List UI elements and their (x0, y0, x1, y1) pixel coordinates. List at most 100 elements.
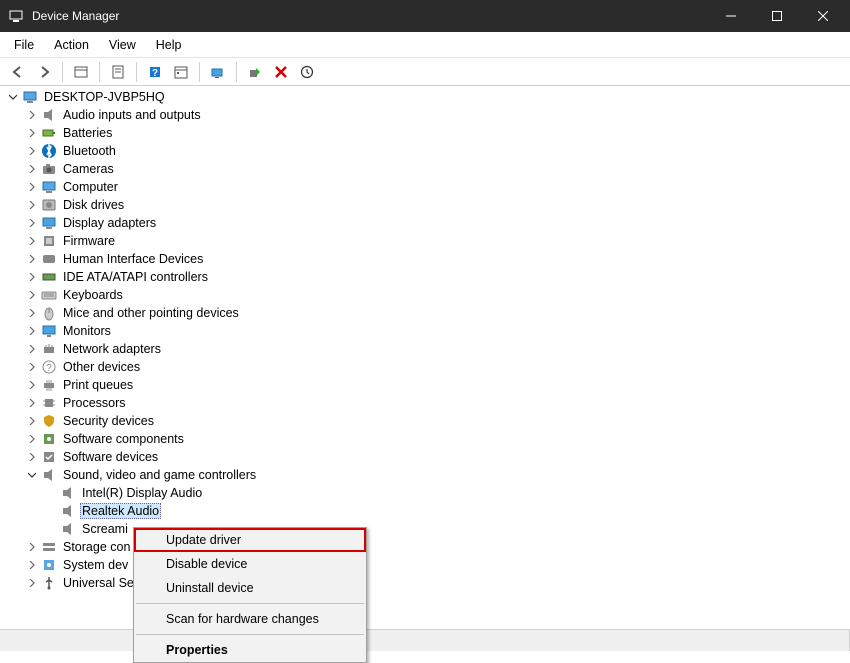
security-icon (41, 413, 57, 429)
category-node[interactable]: Software devices (0, 448, 850, 466)
category-node[interactable]: Universal Se (0, 574, 850, 592)
menu-help[interactable]: Help (146, 35, 192, 55)
chevron-down-icon[interactable] (27, 470, 37, 480)
minimize-button[interactable] (708, 0, 754, 32)
node-label: Security devices (61, 414, 156, 428)
category-node[interactable]: Security devices (0, 412, 850, 430)
display-icon (41, 215, 57, 231)
ide-icon (41, 269, 57, 285)
firmware-icon (41, 233, 57, 249)
category-node[interactable]: System dev (0, 556, 850, 574)
chevron-right-icon[interactable] (27, 560, 37, 570)
chevron-right-icon[interactable] (27, 380, 37, 390)
chevron-right-icon[interactable] (27, 416, 37, 426)
menu-view[interactable]: View (99, 35, 146, 55)
ctx-scan-hardware[interactable]: Scan for hardware changes (134, 607, 366, 631)
chevron-right-icon[interactable] (27, 344, 37, 354)
category-node[interactable]: Processors (0, 394, 850, 412)
status-cell (350, 630, 850, 651)
chevron-right-icon[interactable] (27, 254, 37, 264)
keyboard-icon (41, 287, 57, 303)
node-label: Sound, video and game controllers (61, 468, 258, 482)
chevron-right-icon[interactable] (27, 164, 37, 174)
category-node[interactable]: Display adapters (0, 214, 850, 232)
enable-button[interactable] (243, 60, 267, 84)
toolbar-separator (62, 62, 63, 82)
chevron-right-icon[interactable] (27, 398, 37, 408)
chevron-right-icon[interactable] (27, 362, 37, 372)
category-node[interactable]: Batteries (0, 124, 850, 142)
chevron-right-icon[interactable] (27, 218, 37, 228)
chevron-right-icon[interactable] (27, 326, 37, 336)
chevron-right-icon[interactable] (27, 272, 37, 282)
node-label: Human Interface Devices (61, 252, 205, 266)
chevron-right-icon[interactable] (27, 578, 37, 588)
ctx-update-driver[interactable]: Update driver (134, 528, 366, 552)
chevron-right-icon[interactable] (27, 200, 37, 210)
category-node[interactable]: Monitors (0, 322, 850, 340)
category-sound-node[interactable]: Sound, video and game controllers (0, 466, 850, 484)
help-button[interactable]: ? (143, 60, 167, 84)
chevron-right-icon[interactable] (27, 452, 37, 462)
menu-file[interactable]: File (4, 35, 44, 55)
chevron-right-icon[interactable] (27, 146, 37, 156)
speaker-icon (60, 521, 76, 537)
category-node[interactable]: Cameras (0, 160, 850, 178)
category-node[interactable]: Network adapters (0, 340, 850, 358)
forward-button[interactable] (32, 60, 56, 84)
other-icon: ? (41, 359, 57, 375)
ctx-disable-device[interactable]: Disable device (134, 552, 366, 576)
chevron-right-icon[interactable] (27, 542, 37, 552)
back-button[interactable] (6, 60, 30, 84)
device-node[interactable]: Intel(R) Display Audio (0, 484, 850, 502)
window-title: Device Manager (32, 9, 708, 23)
category-node[interactable]: ? Other devices (0, 358, 850, 376)
chevron-right-icon[interactable] (27, 110, 37, 120)
node-label: IDE ATA/ATAPI controllers (61, 270, 210, 284)
node-label: Firmware (61, 234, 117, 248)
disk-icon (41, 197, 57, 213)
device-node[interactable]: Realtek Audio (0, 502, 850, 520)
category-node[interactable]: Audio inputs and outputs (0, 106, 850, 124)
category-node[interactable]: Mice and other pointing devices (0, 304, 850, 322)
category-node[interactable]: Software components (0, 430, 850, 448)
date-button[interactable] (169, 60, 193, 84)
maximize-button[interactable] (754, 0, 800, 32)
node-label: Universal Se (61, 576, 136, 590)
category-node[interactable]: Print queues (0, 376, 850, 394)
node-label: Print queues (61, 378, 135, 392)
category-node[interactable]: Bluetooth (0, 142, 850, 160)
chevron-right-icon[interactable] (27, 308, 37, 318)
ctx-uninstall-device[interactable]: Uninstall device (134, 576, 366, 600)
node-label: Other devices (61, 360, 142, 374)
chevron-right-icon[interactable] (27, 290, 37, 300)
uninstall-button[interactable] (269, 60, 293, 84)
category-node[interactable]: Firmware (0, 232, 850, 250)
node-label: Software components (61, 432, 186, 446)
ctx-properties[interactable]: Properties (134, 638, 366, 662)
menu-action[interactable]: Action (44, 35, 99, 55)
chevron-right-icon[interactable] (27, 434, 37, 444)
root-node[interactable]: DESKTOP-JVBP5HQ (0, 88, 850, 106)
category-node[interactable]: Human Interface Devices (0, 250, 850, 268)
scan-button[interactable] (206, 60, 230, 84)
category-node[interactable]: Storage con (0, 538, 850, 556)
chevron-down-icon[interactable] (8, 92, 18, 102)
chevron-right-icon[interactable] (27, 128, 37, 138)
close-button[interactable] (800, 0, 846, 32)
node-label: Disk drives (61, 198, 126, 212)
node-label: Processors (61, 396, 128, 410)
device-tree[interactable]: DESKTOP-JVBP5HQAudio inputs and outputsB… (0, 86, 850, 629)
category-node[interactable]: Computer (0, 178, 850, 196)
chevron-right-icon[interactable] (27, 236, 37, 246)
device-node[interactable]: Screami (0, 520, 850, 538)
category-node[interactable]: Keyboards (0, 286, 850, 304)
category-node[interactable]: Disk drives (0, 196, 850, 214)
system-icon (41, 557, 57, 573)
chevron-right-icon[interactable] (27, 182, 37, 192)
update-button[interactable] (295, 60, 319, 84)
show-hidden-button[interactable] (69, 60, 93, 84)
properties-button[interactable] (106, 60, 130, 84)
category-node[interactable]: IDE ATA/ATAPI controllers (0, 268, 850, 286)
mouse-icon (41, 305, 57, 321)
